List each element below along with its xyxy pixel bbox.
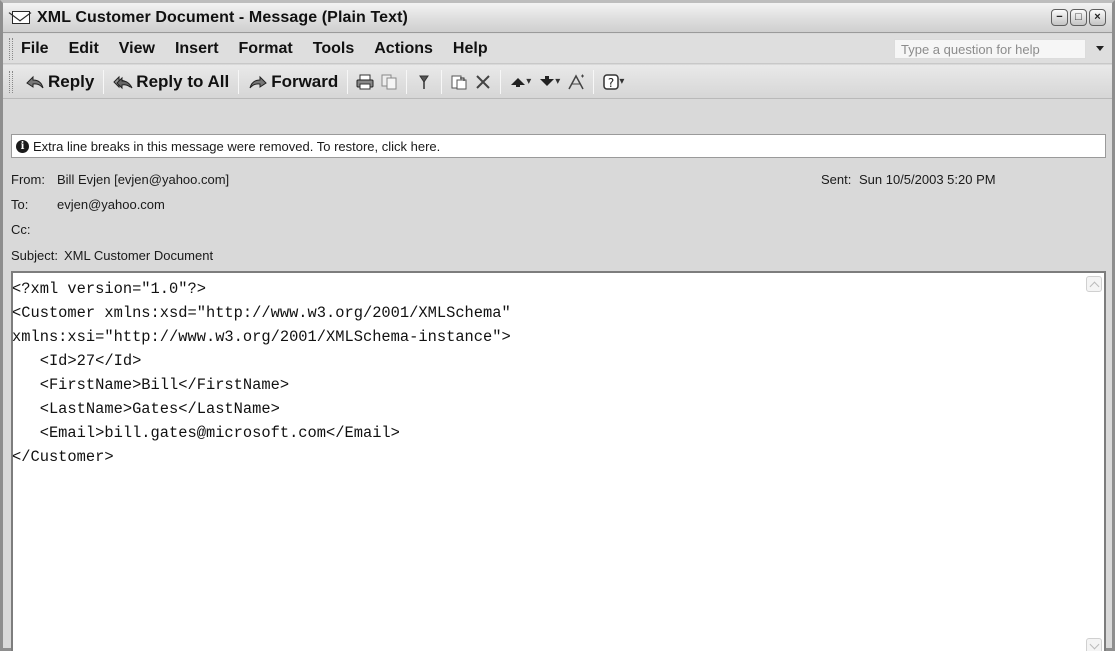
print-icon[interactable]: [353, 71, 377, 93]
cc-label: Cc:: [11, 222, 31, 237]
menu-view[interactable]: View: [119, 40, 155, 58]
subject-label: Subject:: [11, 248, 58, 263]
forward-button[interactable]: Forward: [244, 72, 342, 92]
sent-row: Sent: Sun 10/5/2003 5:20 PM: [821, 172, 1000, 187]
toolbar-separator: [103, 69, 105, 94]
body-line: <Email>bill.gates@microsoft.com</Email>: [12, 424, 400, 442]
close-button[interactable]: ×: [1089, 9, 1106, 26]
standard-toolbar: Reply Reply to All Forward ▾ ▾ ? ▾: [3, 65, 1112, 99]
body-line: <Customer xmlns:xsd="http://www.w3.org/2…: [12, 304, 511, 322]
menu-help[interactable]: Help: [453, 40, 488, 58]
reply-button[interactable]: Reply: [21, 72, 98, 92]
toolbar-separator: [347, 69, 349, 94]
toolbar-separator: [500, 69, 502, 94]
menu-insert[interactable]: Insert: [175, 40, 219, 58]
toolbar-separator: [593, 69, 595, 94]
from-label: From:: [11, 172, 45, 187]
from-row: From: Bill Evjen [evjen@yahoo.com]: [11, 172, 229, 187]
flag-icon[interactable]: [412, 71, 436, 93]
minimize-button[interactable]: −: [1051, 9, 1068, 26]
message-body-text[interactable]: <?xml version="1.0"?> <Customer xmlns:xsd…: [12, 277, 511, 469]
menu-grip-handle[interactable]: [9, 37, 13, 60]
reply-label: Reply: [48, 71, 95, 91]
move-to-folder-icon[interactable]: [447, 71, 471, 93]
menu-format[interactable]: Format: [239, 40, 293, 58]
reply-all-button[interactable]: Reply to All: [109, 72, 233, 92]
copy-icon[interactable]: [377, 71, 401, 93]
vertical-scrollbar[interactable]: [1084, 273, 1104, 651]
menu-bar: File Edit View Insert Format Tools Actio…: [3, 34, 1112, 64]
svg-text:?: ?: [608, 76, 614, 90]
envelope-icon: [12, 11, 30, 24]
scroll-up-button[interactable]: [1086, 276, 1102, 292]
cc-row: Cc:: [11, 222, 57, 237]
sent-value: Sun 10/5/2003 5:20 PM: [858, 172, 996, 187]
window-controls: − □ ×: [1051, 9, 1106, 26]
toolbar-separator: [238, 69, 240, 94]
toolbar-separator: [406, 69, 408, 94]
toolbar-grip-handle[interactable]: [9, 70, 13, 93]
help-question-input[interactable]: Type a question for help: [894, 39, 1086, 59]
to-row: To: evjen@yahoo.com: [11, 197, 165, 212]
title-bar[interactable]: XML Customer Document - Message (Plain T…: [3, 3, 1112, 33]
help-dropdown-icon[interactable]: [1096, 46, 1104, 51]
address-book-icon[interactable]: [564, 71, 588, 93]
reply-all-label: Reply to All: [136, 71, 230, 91]
next-dropdown-icon[interactable]: ▾: [555, 76, 560, 87]
maximize-button[interactable]: □: [1070, 9, 1087, 26]
body-line: xmlns:xsi="http://www.w3.org/2001/XMLSch…: [12, 328, 511, 346]
menu-tools[interactable]: Tools: [313, 40, 354, 58]
forward-label: Forward: [271, 71, 339, 91]
reply-all-icon: [113, 75, 133, 89]
from-value[interactable]: Bill Evjen [evjen@yahoo.com]: [57, 172, 229, 187]
toolbar-separator: [441, 69, 443, 94]
window-title: XML Customer Document - Message (Plain T…: [37, 8, 408, 26]
menu-file[interactable]: File: [21, 40, 49, 58]
sent-label: Sent:: [821, 172, 852, 187]
menu-edit[interactable]: Edit: [69, 40, 99, 58]
subject-row: Subject: XML Customer Document: [11, 248, 213, 263]
delete-icon[interactable]: [471, 71, 495, 93]
body-line: <?xml version="1.0"?>: [12, 280, 206, 298]
forward-icon: [249, 75, 267, 88]
info-icon: i: [16, 139, 29, 153]
menu-actions[interactable]: Actions: [374, 40, 433, 58]
to-label: To:: [11, 197, 29, 212]
help-dropdown-icon[interactable]: ▾: [619, 76, 624, 87]
body-line: <LastName>Gates</LastName>: [12, 400, 280, 418]
body-line: </Customer>: [12, 448, 114, 466]
reply-icon: [26, 75, 44, 88]
body-line: <Id>27</Id>: [12, 352, 142, 370]
info-bar-text: Extra line breaks in this message were r…: [33, 138, 441, 154]
to-value[interactable]: evjen@yahoo.com: [57, 197, 165, 212]
message-window: XML Customer Document - Message (Plain T…: [0, 0, 1115, 651]
scroll-down-button[interactable]: [1086, 638, 1102, 651]
subject-value: XML Customer Document: [64, 248, 214, 263]
previous-dropdown-icon[interactable]: ▾: [526, 76, 531, 87]
body-line: <FirstName>Bill</FirstName>: [12, 376, 290, 394]
info-bar[interactable]: i Extra line breaks in this message were…: [11, 134, 1106, 158]
